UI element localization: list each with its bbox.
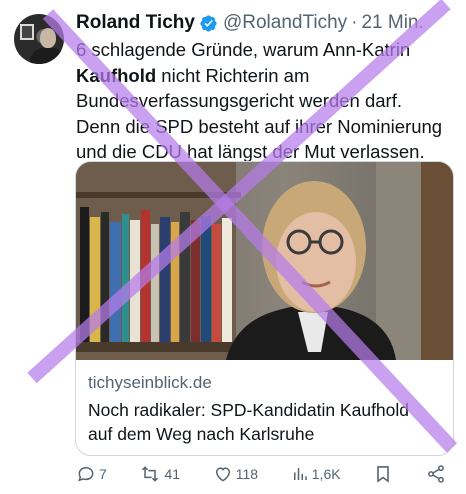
views-button[interactable]: 1,6K: [291, 464, 341, 484]
avatar-body: [30, 48, 64, 64]
like-button[interactable]: 118: [213, 464, 258, 484]
tweet-actions: 7 41 118 1,6K: [76, 462, 446, 486]
card-title[interactable]: Noch radikaler: SPD-Kandidatin Kaufhold …: [88, 398, 443, 446]
reply-button[interactable]: 7: [76, 464, 107, 484]
tweet-text-line: Kaufhold nicht Richterin am: [76, 63, 456, 89]
share-icon: [428, 465, 444, 483]
author-handle[interactable]: @RolandTichy: [223, 12, 347, 34]
card-image[interactable]: [76, 162, 453, 360]
tweet-timestamp[interactable]: 21 Min.: [361, 12, 423, 34]
repost-count: 41: [164, 466, 181, 482]
tweet-text-line: 6 schlagende Gründe, warum Ann-Katrin: [76, 39, 411, 60]
separator-dot: ·: [351, 12, 358, 33]
share-button[interactable]: [426, 464, 446, 484]
bold-name: Kaufhold: [76, 64, 157, 86]
reply-icon: [78, 466, 94, 482]
reply-count: 7: [99, 466, 107, 482]
bookmark-button[interactable]: [373, 464, 393, 484]
card-domain[interactable]: tichyseinblick.de: [88, 373, 212, 393]
tweet-text-line: Bundesverfassungsgericht werden darf.: [76, 90, 402, 111]
tweet-text-line: Denn die SPD besteht auf ihrer Nominieru…: [76, 115, 443, 137]
avatar-head: [40, 28, 56, 48]
tweet-text-fragment: nicht Richterin am: [156, 64, 310, 86]
repost-button[interactable]: 41: [139, 464, 180, 484]
card-title-line: auf dem Weg nach Karlsruhe: [88, 424, 315, 444]
bookmark-icon: [377, 466, 390, 483]
card-title-line: Noch radikaler: SPD-Kandidatin Kaufhold: [88, 400, 410, 420]
like-count: 118: [235, 466, 259, 482]
verified-badge-icon: [199, 13, 219, 33]
avatar-picture-frame: [20, 24, 34, 40]
link-preview-card[interactable]: tichyseinblick.de Noch radikaler: SPD-Ka…: [75, 161, 454, 456]
analytics-icon: [293, 468, 307, 480]
repost-icon: [142, 466, 159, 482]
view-count: 1,6K: [311, 466, 341, 482]
heart-icon: [215, 467, 230, 482]
tweet-header: Roland Tichy @RolandTichy · 21 Min.: [76, 10, 424, 36]
author-name[interactable]: Roland Tichy: [76, 12, 195, 34]
avatar[interactable]: [14, 14, 64, 64]
tweet-text: 6 schlagende Gründe, warum Ann-Katrin Ka…: [76, 37, 456, 165]
